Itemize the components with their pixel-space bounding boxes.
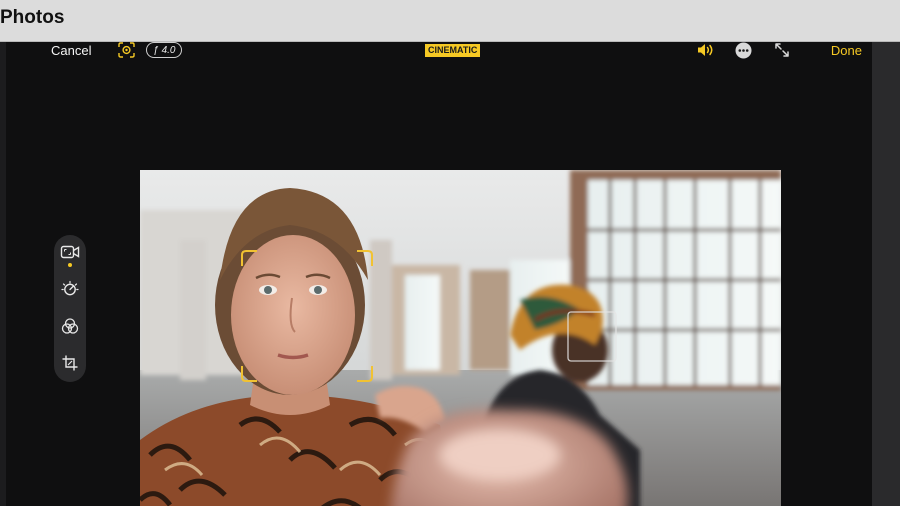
adjust-dial-icon[interactable] (60, 279, 80, 299)
device-frame: Cancel ƒ 4.0 CINEMATIC Done (0, 42, 900, 506)
cancel-button[interactable]: Cancel (51, 43, 91, 58)
device-edge (872, 42, 900, 506)
expand-arrows-icon[interactable] (773, 41, 791, 59)
video-icon[interactable] (60, 242, 80, 262)
crop-icon[interactable] (60, 353, 80, 373)
speaker-volume-icon[interactable] (696, 42, 716, 58)
editor-screen: Cancel ƒ 4.0 CINEMATIC Done (6, 42, 872, 506)
ellipsis-circle-icon[interactable] (735, 42, 752, 59)
done-button[interactable]: Done (831, 43, 862, 58)
selected-indicator (68, 263, 72, 267)
aperture-button[interactable]: ƒ 4.0 (146, 42, 183, 58)
photo-scene (140, 170, 781, 506)
top-toolbar: Cancel ƒ 4.0 CINEMATIC Done (6, 42, 872, 60)
cinematic-mode-badge[interactable]: CINEMATIC (425, 44, 481, 57)
f-stop-icon: ƒ (153, 44, 159, 56)
cinematic-photo[interactable] (140, 170, 781, 506)
title-bar: Photos (0, 0, 900, 42)
focus-viewfinder-icon[interactable] (118, 42, 135, 58)
app-title: Photos (0, 7, 65, 28)
filters-icon[interactable] (60, 316, 80, 336)
tool-rail (54, 235, 86, 382)
aperture-value: 4.0 (161, 44, 176, 56)
